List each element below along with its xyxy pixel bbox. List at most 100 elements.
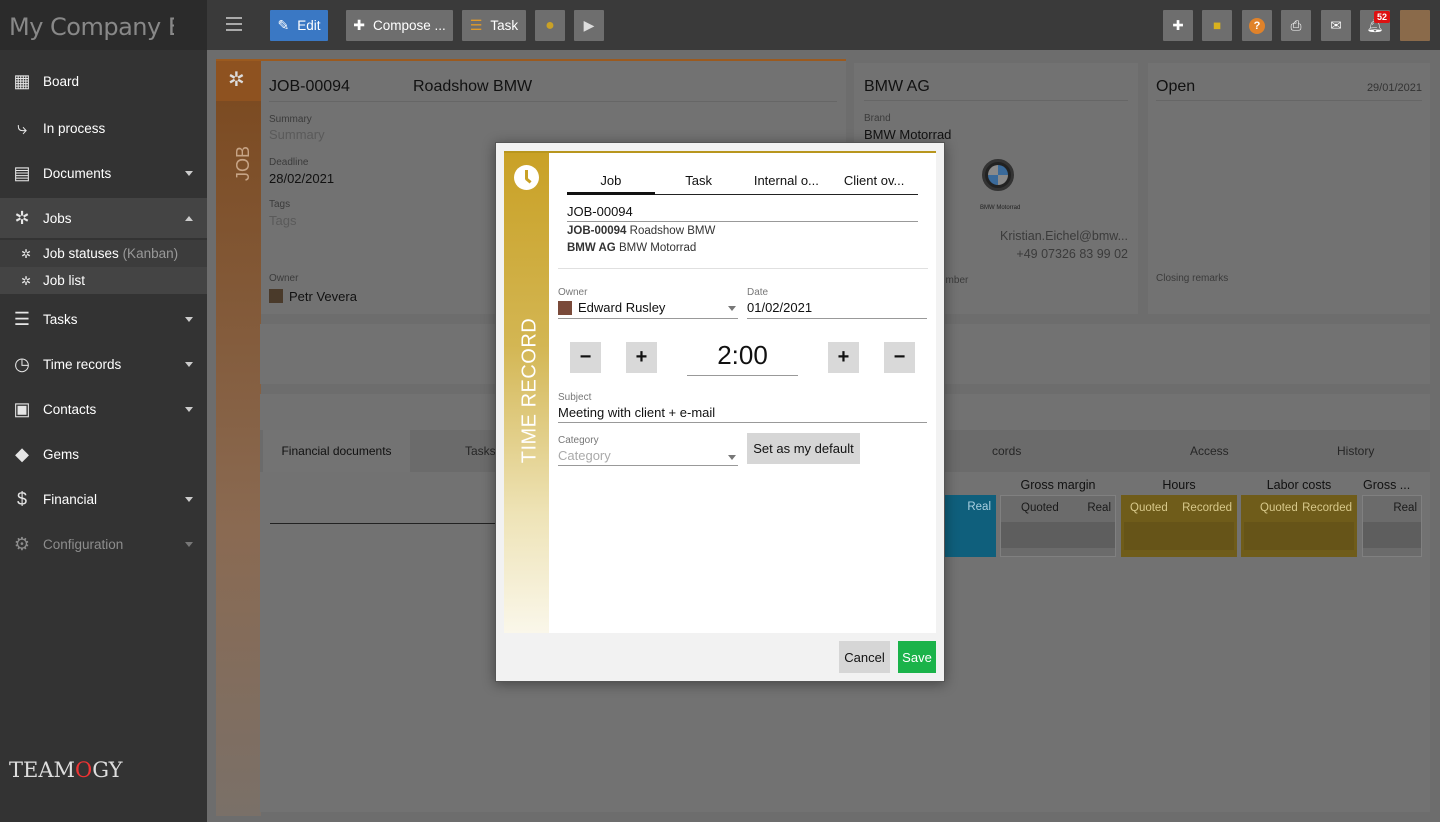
notification-count: 52 — [1373, 11, 1390, 23]
print-button[interactable]: ⎙ — [1281, 10, 1311, 41]
closing-remarks-label: Closing remarks — [1156, 273, 1229, 284]
sidebar-item-financial[interactable]: $ Financial — [0, 479, 207, 519]
sidebar-item-in-process[interactable]: ⤷ In process — [0, 108, 207, 148]
category-select[interactable]: Category — [558, 448, 738, 466]
note-button[interactable]: ■ — [1202, 10, 1232, 41]
summary-label: Summary — [269, 114, 312, 125]
dollar-icon: $ — [16, 488, 27, 509]
subject-label: Subject — [558, 392, 592, 403]
sidebar-item-job-statuses[interactable]: ✲ Job statuses (Kanban) — [0, 240, 207, 267]
avatar — [558, 301, 572, 315]
tab-access[interactable]: Access — [1190, 444, 1229, 458]
chevron-down-icon — [185, 541, 193, 547]
tab-job[interactable]: Job — [567, 173, 655, 195]
set-default-button[interactable]: Set as my default — [747, 433, 860, 464]
app-title[interactable]: My Company El — [9, 13, 174, 41]
document-icon: ▤ — [13, 162, 31, 183]
sidebar-item-configuration[interactable]: ⚙ Configuration — [0, 524, 207, 564]
tab-tasks[interactable]: Tasks — [465, 444, 496, 458]
sidebar-item-job-list[interactable]: ✲ Job list — [0, 267, 207, 294]
summary-field[interactable]: Summary — [269, 127, 325, 142]
save-button[interactable]: Save — [898, 641, 936, 673]
chevron-down-icon — [185, 361, 193, 367]
job-number: JOB-00094 — [269, 78, 350, 95]
cancel-button[interactable]: Cancel — [839, 641, 890, 673]
tab-history[interactable]: History — [1337, 444, 1374, 458]
brand-label: Brand — [864, 113, 891, 124]
client-name: BMW AG — [864, 78, 930, 95]
gear-icon: ✲ — [14, 207, 30, 228]
sidebar-item-label: Job statuses — [43, 246, 119, 261]
minus-hour-button[interactable]: − — [884, 342, 915, 373]
chevron-down-icon — [185, 170, 193, 176]
plus-hour-button[interactable]: + — [828, 342, 859, 373]
date-field[interactable]: 01/02/2021 — [747, 300, 927, 319]
sidebar-item-label: Financial — [43, 491, 98, 507]
clock-icon: ● — [545, 16, 555, 34]
sidebar-item-contacts[interactable]: ▣ Contacts — [0, 389, 207, 429]
menu-icon[interactable] — [226, 17, 242, 35]
tab-financial-documents[interactable]: Financial documents — [263, 430, 410, 472]
sidebar-item-tasks[interactable]: ☰ Tasks — [0, 299, 207, 339]
sidebar-item-label: Tasks — [43, 311, 78, 327]
sidebar-item-time-records[interactable]: ◷ Time records — [0, 344, 207, 384]
job-select-field[interactable]: JOB-00094 — [567, 204, 918, 222]
dialog-side-label: TIME RECORD — [518, 317, 541, 464]
help-button[interactable]: ? — [1242, 10, 1272, 41]
dialog-tabs: Job Task Internal o... Client ov... — [567, 173, 918, 195]
plus-15-button[interactable]: + — [626, 342, 657, 373]
tab-client-overview[interactable]: Client ov... — [830, 173, 918, 194]
clock-icon — [514, 165, 539, 190]
sidebar-item-label: Board — [43, 73, 80, 89]
tags-field[interactable]: Tags — [269, 213, 296, 228]
sidebar-item-label: Configuration — [43, 536, 124, 552]
chat-button[interactable]: ✉ — [1321, 10, 1351, 41]
notifications-button[interactable]: 🔔︎ 52 — [1360, 10, 1390, 41]
chevron-up-icon — [185, 215, 193, 221]
tasks-icon: ☰ — [13, 308, 31, 329]
date-label: Date — [747, 287, 769, 298]
client-phone[interactable]: +49 07326 83 99 02 — [1016, 247, 1128, 261]
minus-15-button[interactable]: − — [570, 342, 601, 373]
avatar[interactable] — [1400, 10, 1430, 41]
chevron-down-icon — [185, 316, 193, 322]
help-icon: ? — [1249, 17, 1265, 34]
status-date: 29/01/2021 — [1366, 82, 1422, 94]
grid-icon: ▦ — [13, 70, 31, 91]
edit-button[interactable]: ✎ Edit — [270, 10, 328, 41]
client-email[interactable]: Kristian.Eichel@bmw... — [1000, 229, 1128, 243]
fin-col-title: Hours — [1162, 478, 1196, 492]
sidebar-item-jobs[interactable]: ✲ Jobs — [0, 198, 207, 238]
duration-field[interactable]: 2:00 — [687, 340, 798, 376]
category-label: Category — [558, 435, 599, 446]
clock-icon: ◷ — [14, 353, 30, 374]
sidebar-item-board[interactable]: ▦ Board — [0, 61, 207, 101]
task-button[interactable]: ☰ Task — [462, 10, 526, 41]
fin-col-title: Gross ... — [1363, 478, 1411, 492]
subject-field[interactable]: Meeting with client + e-mail — [558, 405, 927, 423]
job-info-line: JOB-00094 Roadshow BMW — [567, 225, 716, 237]
status-card: Open 29/01/2021 Closing remarks — [1148, 63, 1430, 314]
cog-icon: ⚙ — [13, 533, 31, 554]
sidebar-item-documents[interactable]: ▤ Documents — [0, 153, 207, 193]
tab-internal-overview[interactable]: Internal o... — [743, 173, 831, 194]
tab-time-records[interactable]: cords — [992, 444, 1021, 458]
plus-icon: ✚ — [1172, 17, 1184, 33]
sidebar-item-label: Job list — [43, 273, 86, 288]
bmw-logo — [982, 159, 1014, 191]
fin-col-title: Gross margin — [1020, 478, 1096, 492]
note-icon: ■ — [1212, 18, 1222, 33]
owner-label: Owner — [269, 273, 299, 284]
sidebar-item-suffix: (Kanban) — [122, 246, 179, 261]
fin-col-gross-margin: Quoted Real — [1000, 495, 1116, 557]
play-button[interactable]: ▶ — [574, 10, 604, 41]
dialog-side-band: TIME RECORD — [504, 153, 549, 633]
flow-icon: ⤷ — [16, 117, 28, 138]
sidebar-item-gems[interactable]: ◆ Gems — [0, 434, 207, 474]
owner-select[interactable]: Edward Rusley — [558, 300, 738, 319]
time-record-button[interactable]: ● — [535, 10, 565, 41]
add-button[interactable]: ✚ — [1163, 10, 1193, 41]
sidebar: My Company El ▦ Board ⤷ In process ▤ Doc… — [0, 0, 207, 822]
compose-button[interactable]: ✚ Compose ... — [346, 10, 453, 41]
tab-task[interactable]: Task — [655, 173, 743, 194]
